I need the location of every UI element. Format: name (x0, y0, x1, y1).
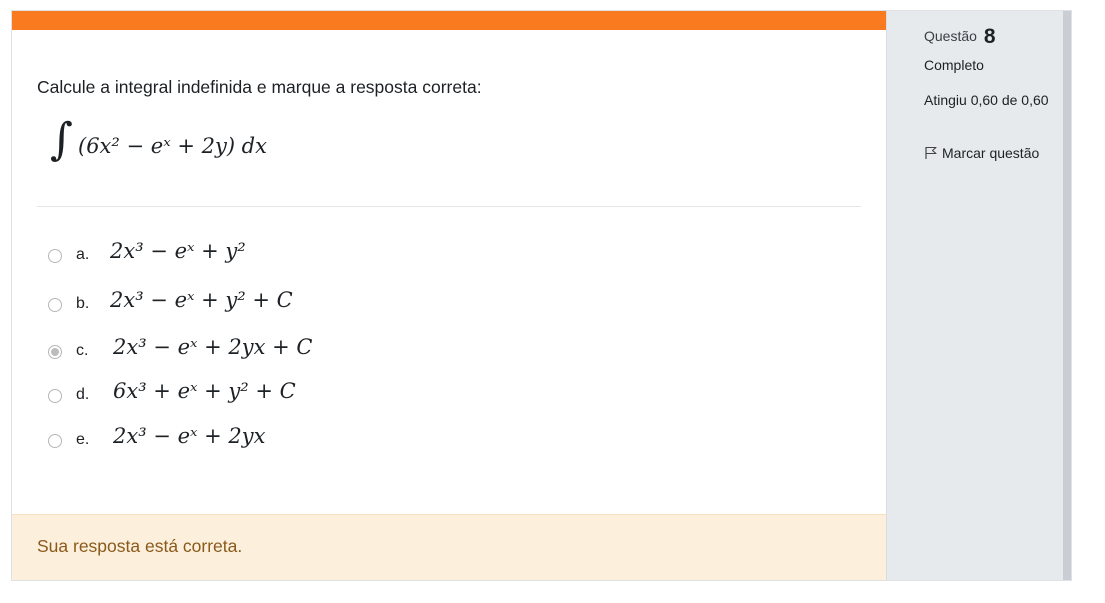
radio-option-d[interactable] (48, 389, 62, 403)
option-letter: c. (76, 342, 89, 359)
flag-icon (925, 146, 937, 159)
integrand: (6x² − eˣ + 2y) dx (78, 134, 267, 158)
question-state: Completo (924, 57, 984, 73)
radio-option-e[interactable] (48, 434, 62, 448)
question-prompt: Calcule a integral indefinida e marque a… (37, 77, 482, 97)
scrollbar[interactable] (1063, 11, 1071, 580)
option-letter: a. (76, 246, 90, 263)
option-answer: 2x³ − eˣ + y² (110, 239, 246, 263)
radio-option-a[interactable] (48, 249, 62, 263)
option-letter: d. (76, 386, 90, 403)
question-content: Calcule a integral indefinida e marque a… (12, 11, 886, 580)
flag-label: Marcar questão (942, 145, 1040, 161)
option-answer: 6x³ + eˣ + y² + C (113, 379, 296, 403)
option-answer: 2x³ − eˣ + 2yx (113, 424, 266, 448)
option-letter: e. (76, 431, 90, 448)
feedback-box: Sua resposta está correta. (12, 514, 886, 580)
flag-question-link[interactable]: Marcar questão (924, 145, 1039, 161)
question-container: Calcule a integral indefinida e marque a… (11, 10, 1072, 581)
accent-bar (12, 11, 886, 30)
question-grade: Atingiu 0,60 de 0,60 (924, 92, 1049, 108)
question-info-panel: Questão 8 Completo Atingiu 0,60 de 0,60 … (886, 11, 1063, 580)
option-answer: 2x³ − eˣ + y² + C (110, 288, 293, 312)
question-number: Questão 8 (924, 25, 996, 49)
integral-sign: ∫ (50, 114, 73, 165)
divider (37, 206, 861, 207)
question-label: Questão (924, 28, 977, 44)
feedback-text: Sua resposta está correta. (37, 536, 243, 556)
question-number-value: 8 (983, 25, 996, 48)
option-letter: b. (76, 295, 90, 312)
option-answer: 2x³ − eˣ + 2yx + C (113, 335, 313, 359)
radio-option-b[interactable] (48, 298, 62, 312)
radio-option-c[interactable] (48, 345, 62, 359)
